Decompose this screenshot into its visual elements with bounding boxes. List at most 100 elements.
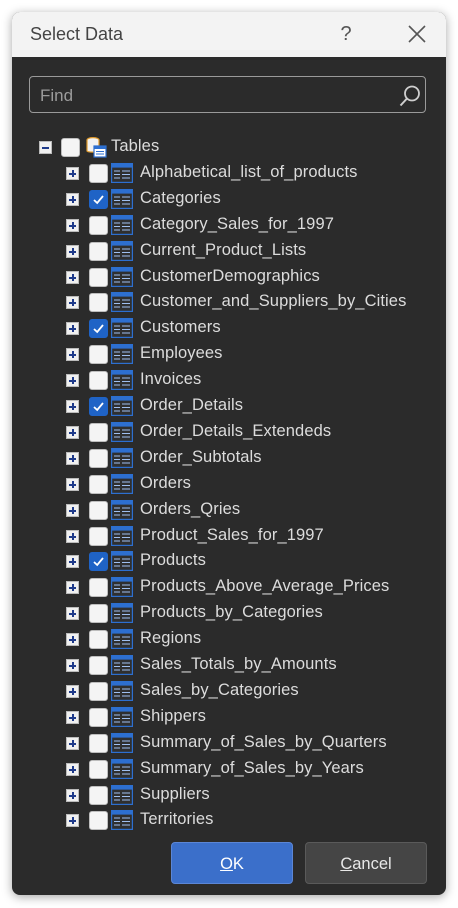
expand-icon[interactable] — [66, 555, 79, 568]
table-row[interactable]: Territories — [12, 807, 446, 833]
table-row[interactable]: Orders — [12, 471, 446, 497]
help-button[interactable]: ? — [334, 21, 358, 47]
expand-icon[interactable] — [66, 193, 79, 206]
table-row[interactable]: Summary_of_Sales_by_Quarters — [12, 730, 446, 756]
expand-icon[interactable] — [66, 737, 79, 750]
table-icon — [111, 396, 133, 416]
table-label: Shippers — [140, 707, 206, 725]
table-checkbox[interactable] — [89, 164, 108, 183]
expand-icon[interactable] — [66, 814, 79, 827]
search-input[interactable] — [38, 77, 392, 114]
expand-icon[interactable] — [66, 245, 79, 258]
table-checkbox[interactable] — [89, 682, 108, 701]
table-icon — [111, 344, 133, 364]
table-icon — [111, 215, 133, 235]
close-icon[interactable] — [406, 23, 428, 45]
table-row[interactable]: Product_Sales_for_1997 — [12, 523, 446, 549]
expand-icon[interactable] — [66, 400, 79, 413]
table-row[interactable]: Employees — [12, 341, 446, 367]
expand-icon[interactable] — [66, 348, 79, 361]
table-row[interactable]: Customer_and_Suppliers_by_Cities — [12, 289, 446, 315]
table-checkbox[interactable] — [89, 734, 108, 753]
table-checkbox[interactable] — [89, 786, 108, 805]
expand-icon[interactable] — [66, 763, 79, 776]
table-icon — [111, 577, 133, 597]
table-checkbox[interactable] — [89, 630, 108, 649]
table-checkbox[interactable] — [89, 293, 108, 312]
table-row[interactable]: CustomerDemographics — [12, 264, 446, 290]
expand-icon[interactable] — [66, 530, 79, 543]
expand-icon[interactable] — [66, 374, 79, 387]
table-row[interactable]: Category_Sales_for_1997 — [12, 212, 446, 238]
ok-button[interactable]: OK — [171, 842, 293, 884]
table-checkbox[interactable] — [89, 475, 108, 494]
table-checkbox[interactable] — [89, 708, 108, 727]
cancel-button[interactable]: Cancel — [305, 842, 427, 884]
table-row[interactable]: Shippers — [12, 704, 446, 730]
table-label: Products — [140, 551, 206, 569]
table-row[interactable]: Orders_Qries — [12, 497, 446, 523]
root-checkbox[interactable] — [61, 138, 80, 157]
table-icon — [111, 629, 133, 649]
table-row[interactable]: Regions — [12, 626, 446, 652]
expand-icon[interactable] — [66, 452, 79, 465]
table-checkbox[interactable] — [89, 397, 108, 416]
table-row[interactable]: Products — [12, 548, 446, 574]
table-label: Sales_Totals_by_Amounts — [140, 655, 337, 673]
table-row[interactable]: Suppliers — [12, 782, 446, 808]
expand-icon[interactable] — [66, 296, 79, 309]
table-row[interactable]: Summary_of_Sales_by_Years — [12, 756, 446, 782]
table-row[interactable]: Products_Above_Average_Prices — [12, 574, 446, 600]
table-row[interactable]: Categories — [12, 186, 446, 212]
expand-icon[interactable] — [66, 581, 79, 594]
table-row[interactable]: Alphabetical_list_of_products — [12, 160, 446, 186]
table-checkbox[interactable] — [89, 423, 108, 442]
expand-icon[interactable] — [66, 711, 79, 724]
expand-icon[interactable] — [66, 219, 79, 232]
expand-icon[interactable] — [66, 685, 79, 698]
table-label: Sales_by_Categories — [140, 681, 299, 699]
table-label: Territories — [140, 810, 214, 828]
expand-icon[interactable] — [66, 789, 79, 802]
table-checkbox[interactable] — [89, 319, 108, 338]
table-checkbox[interactable] — [89, 242, 108, 261]
table-checkbox[interactable] — [89, 604, 108, 623]
expand-icon[interactable] — [66, 478, 79, 491]
table-checkbox[interactable] — [89, 527, 108, 546]
table-label: Invoices — [140, 370, 202, 388]
table-checkbox[interactable] — [89, 501, 108, 520]
expand-icon[interactable] — [66, 426, 79, 439]
table-row[interactable]: Order_Subtotals — [12, 445, 446, 471]
table-icon — [111, 370, 133, 390]
table-checkbox[interactable] — [89, 552, 108, 571]
expand-icon[interactable] — [66, 504, 79, 517]
table-row[interactable]: Order_Details_Extendeds — [12, 419, 446, 445]
table-checkbox[interactable] — [89, 216, 108, 235]
expand-icon[interactable] — [66, 322, 79, 335]
table-row[interactable]: Customers — [12, 315, 446, 341]
table-icon — [111, 318, 133, 338]
table-checkbox[interactable] — [89, 371, 108, 390]
search-icon[interactable] — [398, 84, 422, 108]
expand-icon[interactable] — [66, 167, 79, 180]
collapse-icon[interactable] — [39, 141, 52, 154]
expand-icon[interactable] — [66, 633, 79, 646]
table-row[interactable]: Invoices — [12, 367, 446, 393]
table-checkbox[interactable] — [89, 268, 108, 287]
table-row[interactable]: Sales_by_Categories — [12, 678, 446, 704]
table-checkbox[interactable] — [89, 190, 108, 209]
table-checkbox[interactable] — [89, 449, 108, 468]
table-checkbox[interactable] — [89, 760, 108, 779]
table-checkbox[interactable] — [89, 345, 108, 364]
table-checkbox[interactable] — [89, 811, 108, 830]
table-row[interactable]: Products_by_Categories — [12, 600, 446, 626]
table-row[interactable]: Order_Details — [12, 393, 446, 419]
expand-icon[interactable] — [66, 271, 79, 284]
table-row[interactable]: Current_Product_Lists — [12, 238, 446, 264]
table-row[interactable]: Sales_Totals_by_Amounts — [12, 652, 446, 678]
table-checkbox[interactable] — [89, 656, 108, 675]
table-checkbox[interactable] — [89, 578, 108, 597]
expand-icon[interactable] — [66, 659, 79, 672]
table-label: Orders_Qries — [140, 500, 241, 518]
expand-icon[interactable] — [66, 607, 79, 620]
